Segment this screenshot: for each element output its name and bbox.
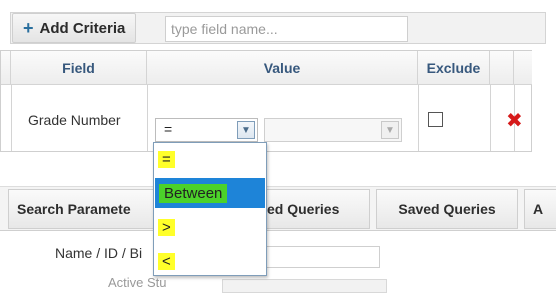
row-handle-header [1, 51, 11, 85]
chevron-down-icon[interactable]: ▼ [381, 121, 399, 139]
operator-option-less-than[interactable]: < [158, 253, 175, 270]
field-name-search-input[interactable] [165, 16, 408, 42]
operator-options-list: = Between > < [153, 142, 267, 276]
operator-option-equals[interactable]: = [158, 151, 175, 168]
remove-criteria-icon[interactable]: ✖ [506, 108, 523, 133]
operator-select[interactable]: = ▼ [155, 118, 258, 142]
value-select[interactable]: ▼ [264, 118, 402, 142]
tab-search-parameters[interactable]: Search Paramete [8, 189, 166, 229]
tab-advanced[interactable]: A [524, 189, 556, 229]
value-column-header: Value [147, 51, 418, 85]
field-column-header: Field [11, 51, 147, 85]
action-column-header [490, 51, 514, 85]
name-id-label: Name / ID / Bi [55, 245, 143, 261]
exclude-checkbox[interactable] [428, 112, 443, 127]
criteria-field-name: Grade Number [28, 112, 121, 128]
chevron-down-icon[interactable]: ▼ [237, 121, 255, 139]
operator-option-between[interactable]: Between [155, 178, 265, 208]
add-criteria-button[interactable]: + Add Criteria [12, 13, 137, 43]
operator-selected-value: = [164, 121, 173, 137]
exclude-column-header: Exclude [418, 51, 490, 85]
extra-column-header [514, 51, 532, 85]
tab-saved-queries-1[interactable]: ed Queries [250, 189, 370, 229]
operator-option-greater-than[interactable]: > [158, 219, 175, 236]
active-students-select[interactable] [222, 279, 387, 293]
add-criteria-label: Add Criteria [39, 19, 126, 37]
name-id-input[interactable] [262, 246, 380, 268]
plus-icon: + [23, 18, 34, 38]
tab-saved-queries-2[interactable]: Saved Queries [376, 189, 518, 229]
active-students-label: Active Stu [108, 275, 167, 290]
